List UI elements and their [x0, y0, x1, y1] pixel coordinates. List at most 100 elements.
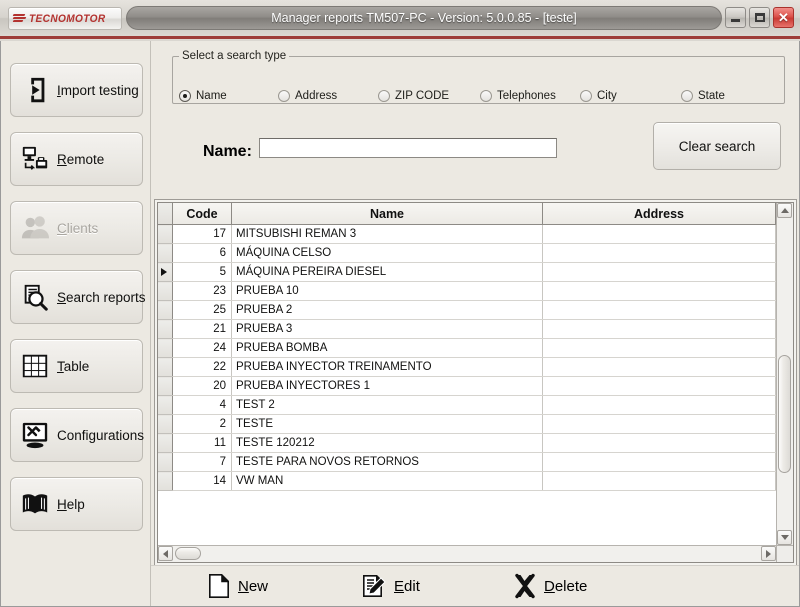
horizontal-scroll-thumb[interactable] [175, 547, 201, 560]
cell-name[interactable]: MÁQUINA CELSO [231, 243, 543, 263]
row-indicator-cell[interactable] [158, 281, 173, 301]
table-row[interactable]: 11 TESTE 120212 [158, 433, 776, 453]
table-row[interactable]: 2 TESTE [158, 414, 776, 434]
table-row[interactable]: 24 PRUEBA BOMBA [158, 338, 776, 358]
sidebar-item-configurations[interactable]: Configurations [10, 408, 144, 462]
table-row[interactable]: 25 PRUEBA 2 [158, 300, 776, 320]
cell-name[interactable]: VW MAN [231, 471, 543, 491]
row-indicator-cell[interactable] [158, 243, 173, 263]
column-header-name[interactable]: Name [231, 203, 543, 225]
table-row[interactable]: 6 MÁQUINA CELSO [158, 243, 776, 263]
cell-address[interactable] [542, 319, 776, 339]
cell-code[interactable]: 11 [172, 433, 232, 453]
row-indicator-cell[interactable] [158, 395, 173, 415]
cell-code[interactable]: 22 [172, 357, 232, 377]
cell-name[interactable]: TESTE [231, 414, 543, 434]
table-row[interactable]: 5 MÁQUINA PEREIRA DIESEL [158, 262, 776, 282]
column-header-code[interactable]: Code [172, 203, 232, 225]
cell-code[interactable]: 7 [172, 452, 232, 472]
cell-code[interactable]: 14 [172, 471, 232, 491]
cell-address[interactable] [542, 338, 776, 358]
scroll-right-button[interactable] [761, 546, 776, 561]
row-indicator-cell[interactable] [158, 433, 173, 453]
vertical-scrollbar[interactable] [776, 203, 793, 545]
vertical-scroll-thumb[interactable] [778, 355, 791, 473]
cell-code[interactable]: 5 [172, 262, 232, 282]
row-indicator-cell[interactable] [158, 319, 173, 339]
table-row[interactable]: 20 PRUEBA INYECTORES 1 [158, 376, 776, 396]
cell-code[interactable]: 6 [172, 243, 232, 263]
cell-code[interactable]: 4 [172, 395, 232, 415]
sidebar-item-search-reports[interactable]: Search reports [10, 270, 146, 324]
edit-button[interactable]: Edit [361, 566, 420, 606]
cell-name[interactable]: TEST 2 [231, 395, 543, 415]
row-indicator-cell[interactable] [158, 452, 173, 472]
table-row[interactable]: 7 TESTE PARA NOVOS RETORNOS [158, 452, 776, 472]
radio-zip-code[interactable]: ZIP CODE [378, 90, 449, 102]
delete-button[interactable]: Delete [513, 566, 587, 606]
cell-name[interactable]: PRUEBA 3 [231, 319, 543, 339]
cell-name[interactable]: TESTE 120212 [231, 433, 543, 453]
cell-name[interactable]: PRUEBA INYECTOR TREINAMENTO [231, 357, 543, 377]
clear-search-button[interactable]: Clear search [653, 122, 781, 170]
cell-name[interactable]: PRUEBA BOMBA [231, 338, 543, 358]
sidebar-item-import-testing[interactable]: Import testing [10, 63, 143, 117]
cell-address[interactable] [542, 433, 776, 453]
column-header-address[interactable]: Address [542, 203, 776, 225]
sidebar-item-clients[interactable]: Clients [10, 201, 143, 255]
table-row[interactable]: 14 VW MAN [158, 471, 776, 491]
row-indicator-cell[interactable] [158, 262, 173, 282]
new-button[interactable]: New [207, 566, 268, 606]
cell-code[interactable]: 21 [172, 319, 232, 339]
cell-code[interactable]: 25 [172, 300, 232, 320]
cell-name[interactable]: MITSUBISHI REMAN 3 [231, 224, 543, 244]
cell-name[interactable]: PRUEBA INYECTORES 1 [231, 376, 543, 396]
row-indicator-cell[interactable] [158, 300, 173, 320]
minimize-button[interactable] [725, 7, 746, 28]
row-indicator-cell[interactable] [158, 471, 173, 491]
radio-city[interactable]: City [580, 90, 617, 102]
table-row[interactable]: 21 PRUEBA 3 [158, 319, 776, 339]
cell-address[interactable] [542, 262, 776, 282]
horizontal-scrollbar[interactable] [158, 545, 776, 562]
sidebar-item-remote[interactable]: Remote [10, 132, 143, 186]
cell-name[interactable]: PRUEBA 2 [231, 300, 543, 320]
radio-name[interactable]: Name [179, 90, 227, 102]
cell-address[interactable] [542, 243, 776, 263]
table-row[interactable]: 4 TEST 2 [158, 395, 776, 415]
sidebar-item-table[interactable]: Table [10, 339, 143, 393]
cell-address[interactable] [542, 300, 776, 320]
search-input[interactable] [259, 138, 557, 158]
row-indicator-cell[interactable] [158, 414, 173, 434]
cell-code[interactable]: 17 [172, 224, 232, 244]
radio-telephones[interactable]: Telephones [480, 90, 556, 102]
scroll-up-button[interactable] [777, 203, 792, 218]
row-indicator-cell[interactable] [158, 357, 173, 377]
cell-address[interactable] [542, 281, 776, 301]
cell-address[interactable] [542, 357, 776, 377]
row-indicator-cell[interactable] [158, 376, 173, 396]
cell-address[interactable] [542, 224, 776, 244]
cell-address[interactable] [542, 414, 776, 434]
row-indicator-cell[interactable] [158, 338, 173, 358]
scroll-left-button[interactable] [158, 546, 173, 561]
scroll-down-button[interactable] [777, 530, 792, 545]
table-row[interactable]: 23 PRUEBA 10 [158, 281, 776, 301]
cell-address[interactable] [542, 452, 776, 472]
table-row[interactable]: 17 MITSUBISHI REMAN 3 [158, 224, 776, 244]
cell-code[interactable]: 2 [172, 414, 232, 434]
cell-name[interactable]: TESTE PARA NOVOS RETORNOS [231, 452, 543, 472]
cell-code[interactable]: 24 [172, 338, 232, 358]
maximize-button[interactable] [749, 7, 770, 28]
close-button[interactable]: ✕ [773, 7, 794, 28]
cell-name[interactable]: PRUEBA 10 [231, 281, 543, 301]
radio-address[interactable]: Address [278, 90, 337, 102]
row-indicator-cell[interactable] [158, 224, 173, 244]
sidebar-item-help[interactable]: Help [10, 477, 143, 531]
cell-address[interactable] [542, 376, 776, 396]
table-row[interactable]: 22 PRUEBA INYECTOR TREINAMENTO [158, 357, 776, 377]
cell-code[interactable]: 20 [172, 376, 232, 396]
radio-state[interactable]: State [681, 90, 725, 102]
cell-code[interactable]: 23 [172, 281, 232, 301]
cell-address[interactable] [542, 471, 776, 491]
